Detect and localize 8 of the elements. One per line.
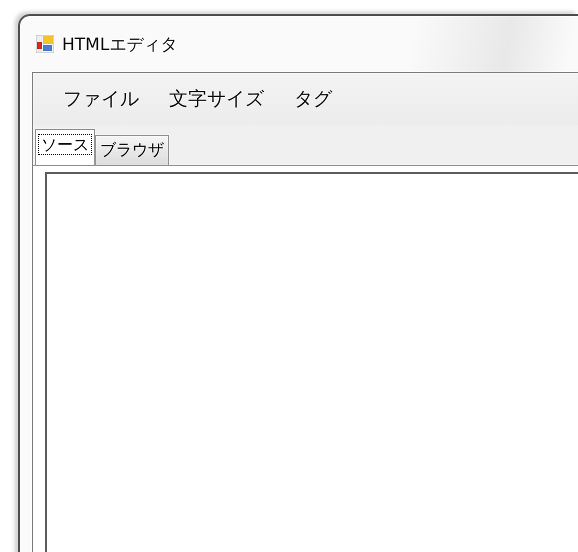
menu-item[interactable]: ファイル <box>63 86 139 112</box>
source-text-area[interactable] <box>45 172 578 552</box>
tab[interactable]: ブラウザ <box>95 135 169 165</box>
menu-item[interactable]: タグ <box>294 86 332 112</box>
window-title: HTMLエディタ <box>62 34 178 56</box>
menu-item[interactable]: 文字サイズ <box>169 86 264 112</box>
app-icon <box>36 35 54 53</box>
tab[interactable]: ソース <box>35 129 95 165</box>
